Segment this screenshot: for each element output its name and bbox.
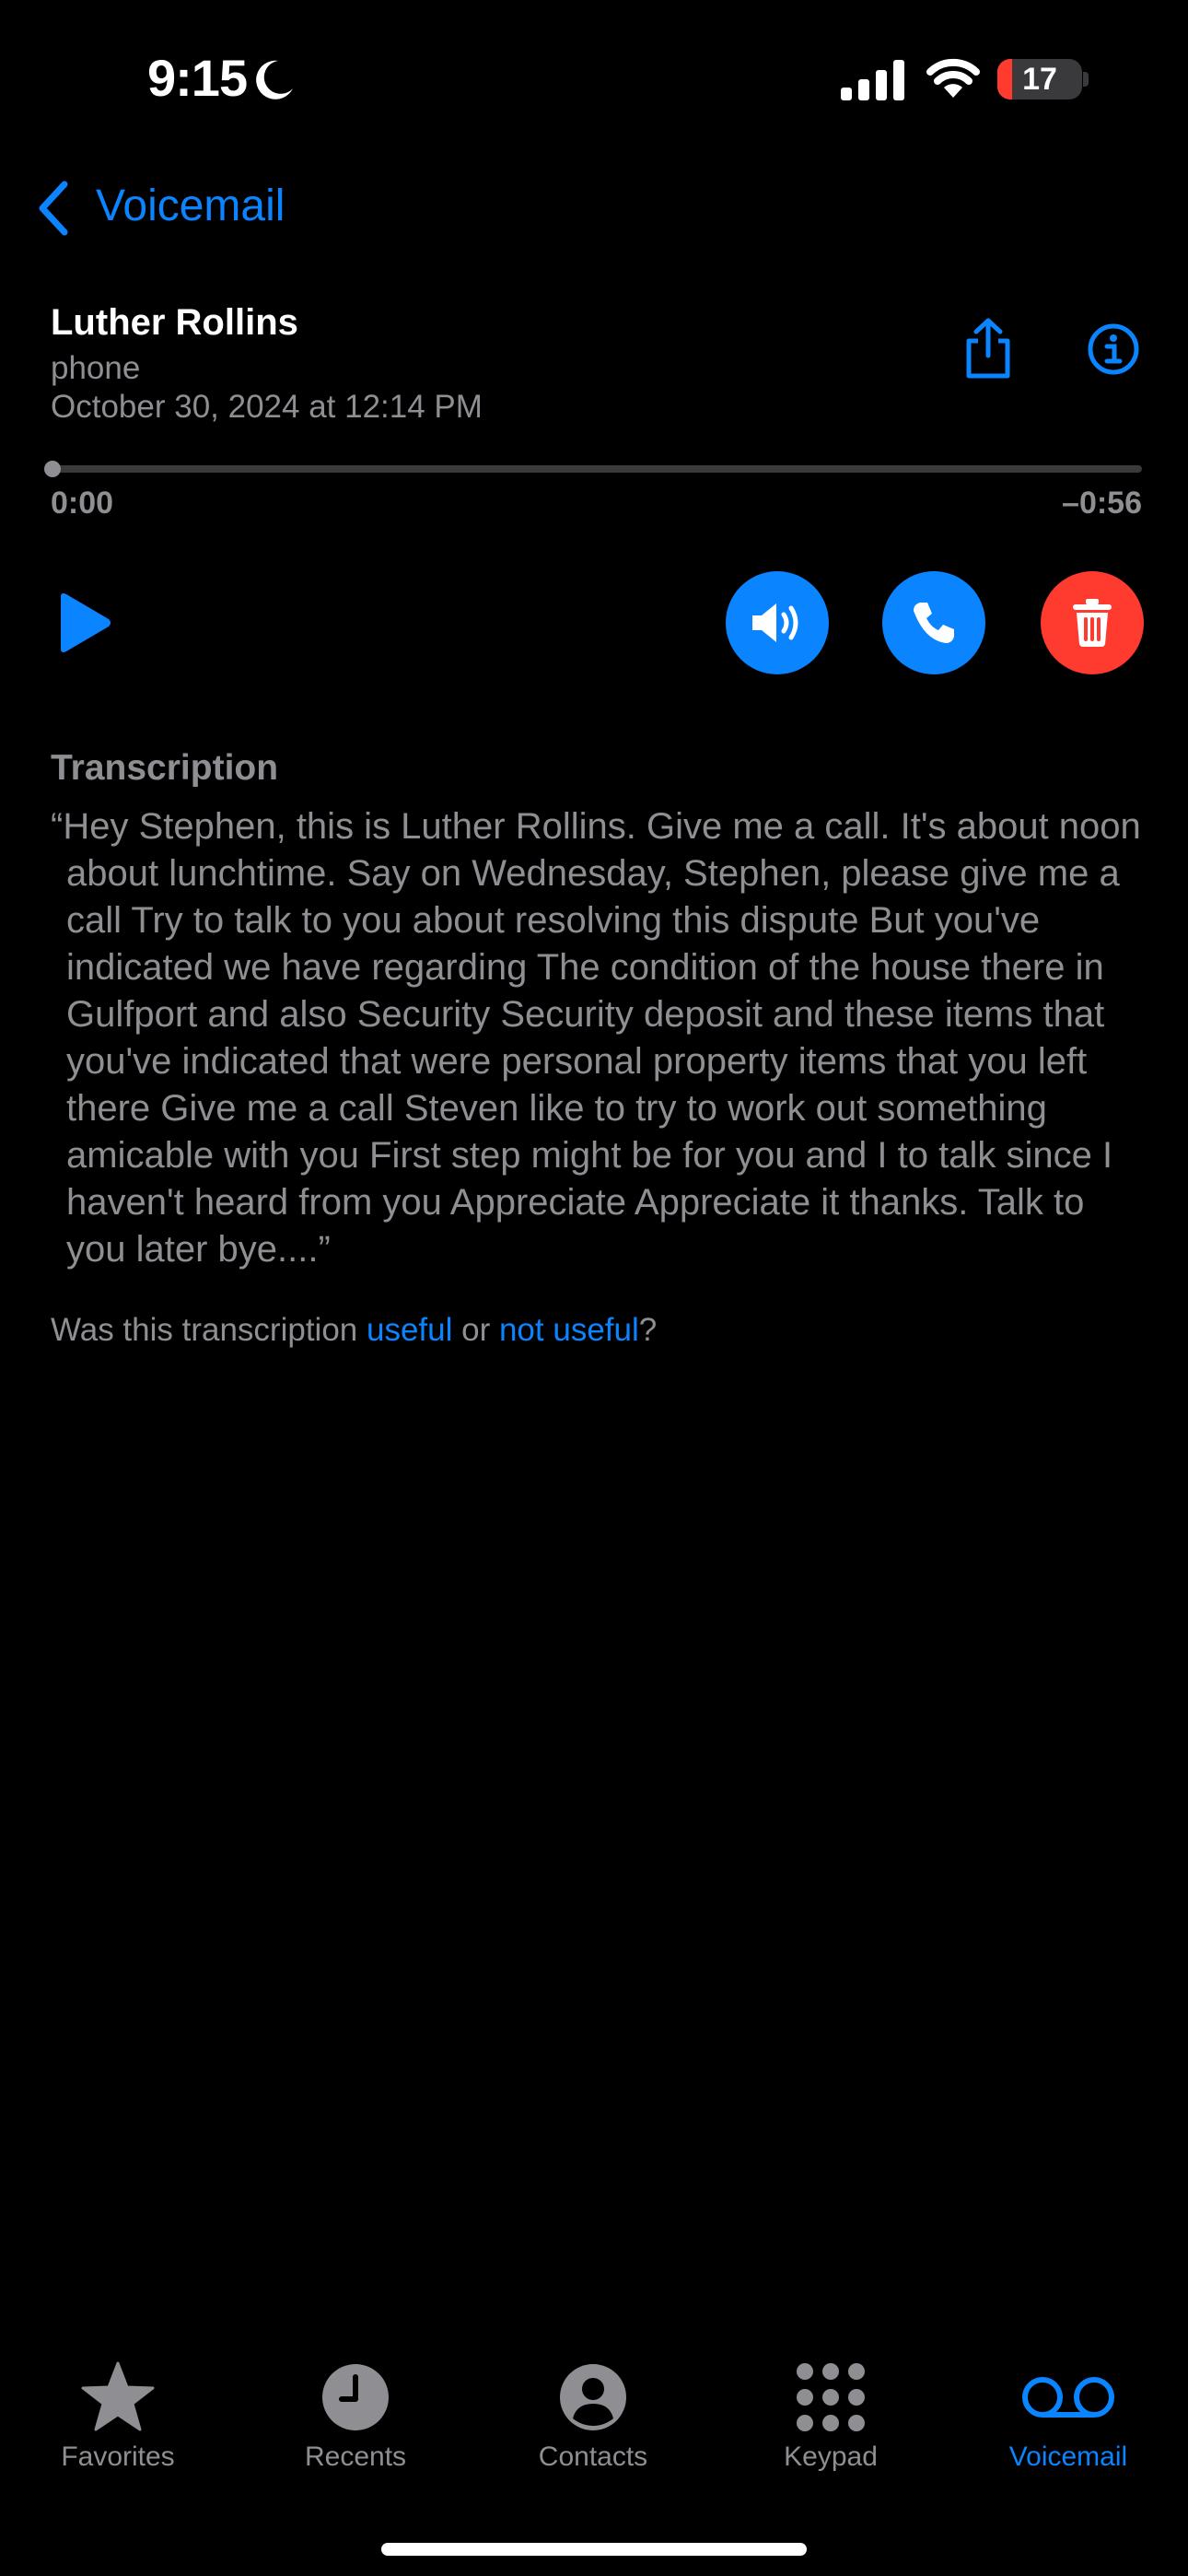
not-useful-link[interactable]: not useful xyxy=(499,1312,639,1348)
person-circle-icon xyxy=(560,2364,626,2430)
transcription-heading: Transcription xyxy=(51,748,279,788)
focus-moon-icon xyxy=(256,60,293,100)
elapsed-time: 0:00 xyxy=(51,486,114,521)
remaining-time: –0:56 xyxy=(1062,486,1142,521)
caller-name: Luther Rollins xyxy=(51,302,298,343)
tab-recents[interactable]: Recents xyxy=(245,2359,466,2473)
share-icon[interactable] xyxy=(961,317,1015,380)
keypad-icon xyxy=(797,2363,865,2431)
delete-button[interactable] xyxy=(1041,571,1144,674)
feedback-prompt: Was this transcription xyxy=(51,1312,367,1348)
call-back-button[interactable] xyxy=(882,571,985,674)
tab-keypad-label: Keypad xyxy=(784,2441,878,2472)
cellular-signal-icon xyxy=(841,60,904,100)
playback-scrubber-knob[interactable] xyxy=(44,461,61,477)
feedback-question-mark: ? xyxy=(638,1312,658,1348)
useful-link[interactable]: useful xyxy=(367,1312,452,1348)
tab-favorites[interactable]: Favorites xyxy=(7,2359,228,2473)
play-icon[interactable] xyxy=(55,591,112,654)
phone-icon xyxy=(914,603,954,643)
caller-number-type: phone xyxy=(51,350,141,386)
star-icon xyxy=(81,2361,155,2431)
info-icon[interactable] xyxy=(1087,322,1140,376)
voicemail-icon xyxy=(1022,2377,1114,2418)
battery-tip xyxy=(1083,72,1089,87)
battery-percent: 17 xyxy=(1022,62,1057,97)
home-indicator xyxy=(381,2543,807,2556)
transcription-text: “Hey Stephen, this is Luther Rollins. Gi… xyxy=(51,806,1141,1270)
speaker-icon xyxy=(752,603,798,642)
tab-contacts[interactable]: Contacts xyxy=(483,2359,704,2473)
back-button[interactable]: Voicemail xyxy=(96,181,285,231)
tab-keypad[interactable]: Keypad xyxy=(720,2359,941,2473)
tab-recents-label: Recents xyxy=(304,2441,407,2472)
tab-voicemail-label: Voicemail xyxy=(1008,2441,1128,2472)
trash-icon xyxy=(1073,599,1112,647)
tab-contacts-label: Contacts xyxy=(538,2441,648,2472)
status-time: 9:15 xyxy=(147,49,248,107)
feedback-or: or xyxy=(452,1312,499,1348)
playback-scrubber-track[interactable] xyxy=(51,465,1142,473)
tab-favorites-label: Favorites xyxy=(61,2441,175,2472)
voicemail-date: October 30, 2024 at 12:14 PM xyxy=(51,389,483,425)
wifi-icon xyxy=(926,58,980,98)
speaker-button[interactable] xyxy=(726,571,829,674)
back-chevron-icon[interactable] xyxy=(35,181,72,236)
clock-icon xyxy=(322,2364,389,2430)
battery-indicator: 17 xyxy=(997,59,1082,100)
tab-voicemail[interactable]: Voicemail xyxy=(958,2359,1179,2473)
transcription-feedback: Was this transcription useful or not use… xyxy=(51,1312,657,1349)
